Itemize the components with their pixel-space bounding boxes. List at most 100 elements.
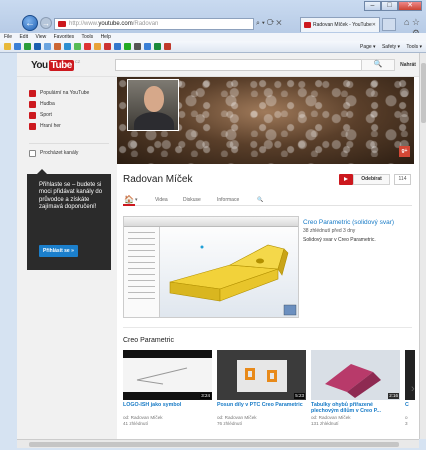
favorites-star-icon[interactable]: [4, 43, 11, 50]
youtube-logo[interactable]: You Tube CZ: [31, 59, 80, 71]
avatar-body: [134, 112, 174, 130]
video-views: 131 zhlédnutí: [311, 421, 339, 426]
sidebar-item-label: Sport: [40, 112, 52, 118]
cad-toolbar: [124, 217, 298, 227]
tab-videos[interactable]: Videa: [155, 194, 168, 206]
menu-help[interactable]: Help: [101, 34, 111, 40]
bookmark-icon[interactable]: [54, 43, 61, 50]
youtube-favicon-icon: [58, 21, 66, 27]
bookmark-icon[interactable]: [114, 43, 121, 50]
video-title[interactable]: LOGO-ISH jako symbol: [123, 402, 213, 408]
menu-view[interactable]: View: [35, 34, 46, 40]
logo-tube: Tube: [48, 59, 74, 71]
video-views: 41 zhlédnutí: [123, 421, 149, 426]
gaming-icon: [29, 123, 36, 130]
google-plus-icon[interactable]: g+: [399, 146, 410, 157]
address-bar[interactable]: http://www.youtube.com/Radovan: [54, 18, 254, 30]
search-button[interactable]: 🔍: [361, 59, 395, 71]
subscriber-count: 114: [394, 174, 411, 185]
vertical-scrollbar[interactable]: [419, 53, 426, 439]
bookmark-icon[interactable]: [44, 43, 51, 50]
sidebar-divider: [29, 143, 109, 144]
sidebar-item-gaming[interactable]: Hraní her: [29, 122, 61, 131]
featured-video-title[interactable]: Creo Parametric (solidový svar): [303, 219, 413, 227]
upload-button[interactable]: Nahrát: [397, 59, 419, 71]
cmd-tools[interactable]: Tools ▾: [406, 44, 422, 50]
video-duration: 3:24: [200, 393, 211, 399]
shelf-title[interactable]: Creo Parametric: [123, 337, 174, 344]
avatar-face: [144, 86, 164, 112]
bookmark-icon[interactable]: [14, 43, 21, 50]
sidebar-item-popular[interactable]: Populární na YouTube: [29, 89, 89, 98]
url-prefix: http://www.: [69, 21, 99, 27]
menu-file[interactable]: File: [4, 34, 12, 40]
featured-video-player[interactable]: [123, 216, 299, 318]
forward-button[interactable]: →: [40, 17, 52, 29]
sidebar-item-label: Populární na YouTube: [40, 90, 90, 96]
sidebar-item-sport[interactable]: Sport: [29, 111, 52, 120]
address-bar-icons[interactable]: ⌕ ▾ ⟳ ✕: [256, 18, 300, 30]
avatar[interactable]: [127, 79, 179, 131]
close-button[interactable]: ✕: [398, 1, 422, 11]
bookmark-icon[interactable]: [154, 43, 161, 50]
sidebar-item-label: Hudba: [40, 101, 55, 107]
tab-discussion[interactable]: Diskuse: [183, 194, 201, 206]
scrollbar-thumb[interactable]: [29, 442, 399, 447]
bookmark-icon[interactable]: [144, 43, 151, 50]
scrollbar-thumb[interactable]: [421, 63, 426, 123]
youtube-play-icon[interactable]: [339, 174, 353, 185]
shelf-next-arrow-icon[interactable]: ›: [411, 383, 415, 395]
logo-you: You: [31, 59, 48, 71]
toolbar-icons[interactable]: ⌂ ☆ ⚙: [394, 17, 420, 38]
tab-home-caret-icon[interactable]: ▾: [135, 194, 138, 206]
cmd-safety[interactable]: Safety ▾: [382, 44, 400, 50]
video-title[interactable]: Tabulky ohybů přiřazené plechovým dílům …: [311, 402, 401, 414]
tab-close-icon[interactable]: ✕: [372, 18, 376, 32]
video-title[interactable]: Posun díly v PTC Creo Parametric: [217, 402, 307, 408]
bookmark-icon[interactable]: [34, 43, 41, 50]
bookmark-icon[interactable]: [104, 43, 111, 50]
video-thumbnail[interactable]: 5:23: [217, 350, 306, 400]
browser-tab[interactable]: Radovan Míček - YouTube ✕: [300, 17, 380, 32]
video-thumbnail[interactable]: 2:16: [311, 350, 400, 400]
browse-channels-link[interactable]: Procházet kanály: [29, 149, 78, 158]
sidebar-item-label: Hraní her: [40, 123, 61, 129]
menu-favorites[interactable]: Favorites: [54, 34, 75, 40]
channel-title: Radovan Míček: [123, 174, 193, 185]
bookmark-icon[interactable]: [74, 43, 81, 50]
menu-edit[interactable]: Edit: [19, 34, 28, 40]
bookmark-icon[interactable]: [164, 43, 171, 50]
cad-part-image: [169, 244, 297, 316]
minimize-button[interactable]: –: [364, 1, 381, 11]
bookmark-icon[interactable]: [134, 43, 141, 50]
cmd-page[interactable]: Page ▾: [360, 44, 376, 50]
tab-info[interactable]: Informace: [217, 194, 239, 206]
video-title[interactable]: C: [405, 402, 415, 408]
bookmark-icon[interactable]: [64, 43, 71, 50]
window-left-edge: [0, 53, 17, 450]
cad-model-tree: [124, 227, 160, 317]
tab-home-icon[interactable]: 🏠: [123, 194, 135, 206]
search-input[interactable]: [115, 59, 379, 71]
url-path: /Radovan: [132, 21, 159, 27]
maximize-button[interactable]: □: [381, 1, 398, 11]
signin-button[interactable]: Přihlásit se »: [39, 245, 78, 257]
sidebar-item-music[interactable]: Hudba: [29, 100, 55, 109]
back-button[interactable]: ←: [22, 15, 38, 31]
tab-search-icon[interactable]: 🔍: [257, 194, 263, 206]
bookmark-icon[interactable]: [84, 43, 91, 50]
video-views: 76 zhlédnutí: [217, 421, 243, 426]
youtube-header: You Tube CZ 🔍 Nahrát: [17, 53, 419, 77]
menu-tools[interactable]: Tools: [81, 34, 93, 40]
browser-frame: – □ ✕ ← → http://www.youtube.com/Radovan…: [0, 0, 426, 38]
thumbnail-image: [311, 350, 400, 400]
subscribe-button[interactable]: Odebírat: [353, 174, 390, 185]
tab-title: Radovan Míček - YouTube: [313, 22, 372, 28]
bookmark-icon[interactable]: [24, 43, 31, 50]
horizontal-scrollbar[interactable]: [17, 439, 419, 448]
favorites-icons: [4, 43, 171, 50]
bookmark-icon[interactable]: [94, 43, 101, 50]
bookmark-icon[interactable]: [124, 43, 131, 50]
window-controls: – □ ✕: [364, 1, 422, 11]
video-thumbnail[interactable]: 3:24: [123, 350, 212, 400]
